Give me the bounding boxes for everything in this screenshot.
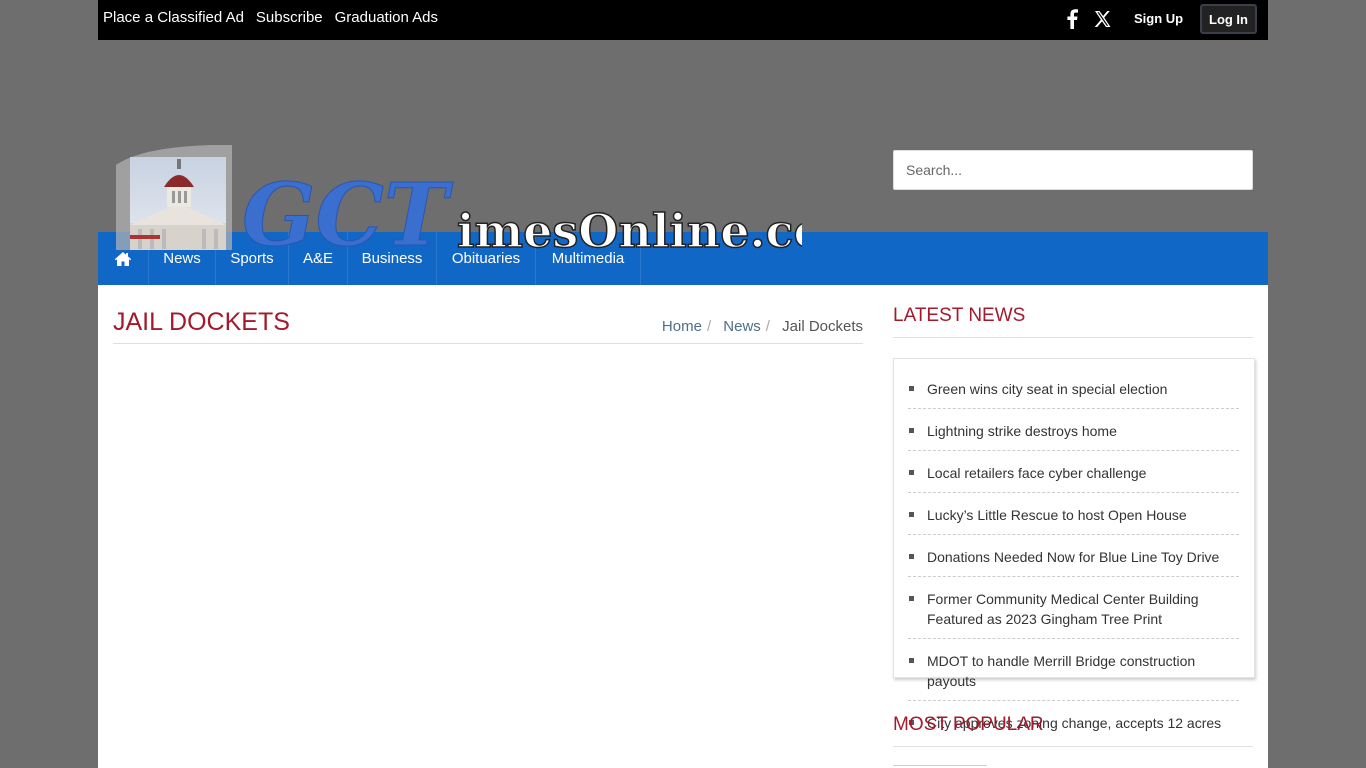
facebook-icon[interactable] [1061, 8, 1083, 30]
top-bar: Place a Classified Ad Subscribe Graduati… [98, 0, 1268, 40]
site-logo[interactable]: GCT imesOnline.com [112, 145, 802, 255]
bullet-icon [909, 554, 914, 559]
breadcrumb-current: Jail Dockets [782, 318, 863, 335]
subscribe-link[interactable]: Subscribe [256, 9, 323, 26]
news-link[interactable]: Green wins city seat in special election [927, 381, 1167, 397]
news-link[interactable]: Former Community Medical Center Building… [927, 591, 1199, 627]
x-twitter-icon[interactable] [1091, 8, 1113, 30]
list-item[interactable]: Lucky’s Little Rescue to host Open House [908, 504, 1239, 535]
list-item[interactable]: Donations Needed Now for Blue Line Toy D… [908, 546, 1239, 577]
list-item[interactable]: Local retailers face cyber challenge [908, 462, 1239, 493]
news-link[interactable]: Lucky’s Little Rescue to host Open House [927, 507, 1187, 523]
bullet-icon [909, 658, 914, 663]
news-link[interactable]: Local retailers face cyber challenge [927, 465, 1146, 481]
bullet-icon [909, 596, 914, 601]
search-input[interactable] [893, 150, 1253, 190]
list-item[interactable]: Green wins city seat in special election [908, 378, 1239, 409]
svg-text:GCT: GCT [242, 165, 454, 255]
list-item[interactable]: MDOT to handle Merrill Bridge constructi… [908, 650, 1239, 701]
news-link[interactable]: MDOT to handle Merrill Bridge constructi… [927, 653, 1195, 689]
title-divider [113, 343, 863, 344]
bullet-icon [909, 428, 914, 433]
news-link[interactable]: Donations Needed Now for Blue Line Toy D… [927, 549, 1219, 565]
most-popular-divider [893, 746, 1253, 747]
log-in-button[interactable]: Log In [1200, 4, 1257, 34]
breadcrumb-home[interactable]: Home [662, 318, 702, 335]
graduation-ads-link[interactable]: Graduation Ads [335, 9, 438, 26]
latest-news-title: LATEST NEWS [893, 305, 1026, 326]
svg-text:imesOnline.com: imesOnline.com [457, 204, 802, 255]
latest-news-list: Green wins city seat in special election… [893, 358, 1255, 731]
latest-news-divider [893, 337, 1253, 338]
breadcrumb-news[interactable]: News [723, 318, 761, 335]
breadcrumb: Home / News / Jail Dockets [661, 318, 863, 335]
most-popular-title: MOST POPULAR [893, 714, 1044, 735]
bullet-icon [909, 386, 914, 391]
main-content: JAIL DOCKETS Home / News / Jail Dockets LA… [98, 285, 1268, 768]
top-links: Place a Classified Ad Subscribe Graduati… [103, 9, 438, 26]
news-link[interactable]: Lightning strike destroys home [927, 423, 1117, 439]
page-title: JAIL DOCKETS [113, 308, 290, 336]
list-item[interactable]: Lightning strike destroys home [908, 420, 1239, 451]
classified-ad-link[interactable]: Place a Classified Ad [103, 9, 244, 26]
list-item[interactable]: Former Community Medical Center Building… [908, 588, 1239, 639]
bullet-icon [909, 512, 914, 517]
bullet-icon [909, 470, 914, 475]
sign-up-button[interactable]: Sign Up [1134, 11, 1183, 26]
page-wrapper: Place a Classified Ad Subscribe Graduati… [98, 0, 1268, 768]
